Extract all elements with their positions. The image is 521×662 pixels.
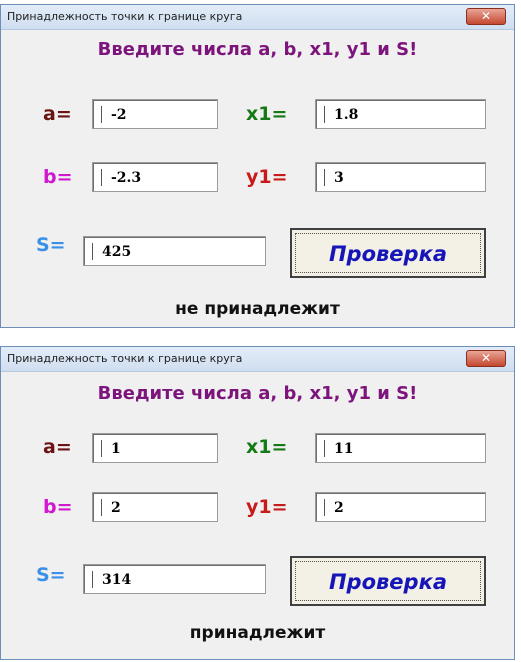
instruction-heading: Введите числа a, b, x1, y1 и S! <box>97 383 418 404</box>
close-button[interactable]: ✕ <box>466 350 506 367</box>
field-y1-value: 2 <box>334 500 344 516</box>
app-window-2: Принадлежность точки к границе круга ✕ В… <box>0 346 515 660</box>
field-x1[interactable]: 11 <box>315 433 486 463</box>
label-s: S= <box>36 564 66 586</box>
field-b[interactable]: 2 <box>92 492 218 522</box>
label-b: b= <box>43 496 73 518</box>
window-title: Принадлежность точки к границе круга <box>7 10 243 23</box>
close-icon: ✕ <box>480 351 492 365</box>
check-button-label: Проверка <box>328 570 448 594</box>
field-s[interactable]: 314 <box>83 564 266 594</box>
field-a-value: -2 <box>111 107 127 123</box>
field-y1[interactable]: 2 <box>315 492 486 522</box>
field-y1-value: 3 <box>334 170 344 186</box>
field-s-value: 425 <box>102 244 132 260</box>
label-x1: x1= <box>246 436 288 458</box>
app-window-1: Принадлежность точки к границе круга ✕ В… <box>0 4 515 328</box>
field-y1[interactable]: 3 <box>315 162 486 192</box>
label-x1: x1= <box>246 103 288 125</box>
check-button[interactable]: Проверка <box>290 556 486 606</box>
close-button[interactable]: ✕ <box>466 8 506 25</box>
title-bar[interactable]: Принадлежность точки к границе круга ✕ <box>1 5 514 30</box>
label-a: a= <box>43 436 72 458</box>
check-button-label: Проверка <box>328 242 448 266</box>
field-b-value: 2 <box>111 500 121 516</box>
field-s[interactable]: 425 <box>83 236 266 266</box>
instruction-heading: Введите числа a, b, x1, y1 и S! <box>97 39 418 60</box>
check-button[interactable]: Проверка <box>290 228 486 278</box>
field-a-value: 1 <box>111 441 121 457</box>
label-y1: y1= <box>246 496 288 518</box>
close-icon: ✕ <box>480 9 492 23</box>
label-a: a= <box>43 103 72 125</box>
field-x1[interactable]: 1.8 <box>315 99 486 129</box>
result-text: принадлежит <box>189 623 326 643</box>
label-s: S= <box>36 234 66 256</box>
field-b[interactable]: -2.3 <box>92 162 218 192</box>
field-x1-value: 1.8 <box>334 107 359 123</box>
field-b-value: -2.3 <box>111 170 142 186</box>
title-bar[interactable]: Принадлежность точки к границе круга ✕ <box>1 347 514 372</box>
field-a[interactable]: -2 <box>92 99 218 129</box>
label-y1: y1= <box>246 166 288 188</box>
field-x1-value: 11 <box>334 441 354 457</box>
result-text: не принадлежит <box>175 299 340 319</box>
label-b: b= <box>43 166 73 188</box>
field-s-value: 314 <box>102 572 132 588</box>
window-title: Принадлежность точки к границе круга <box>7 352 243 365</box>
field-a[interactable]: 1 <box>92 433 218 463</box>
